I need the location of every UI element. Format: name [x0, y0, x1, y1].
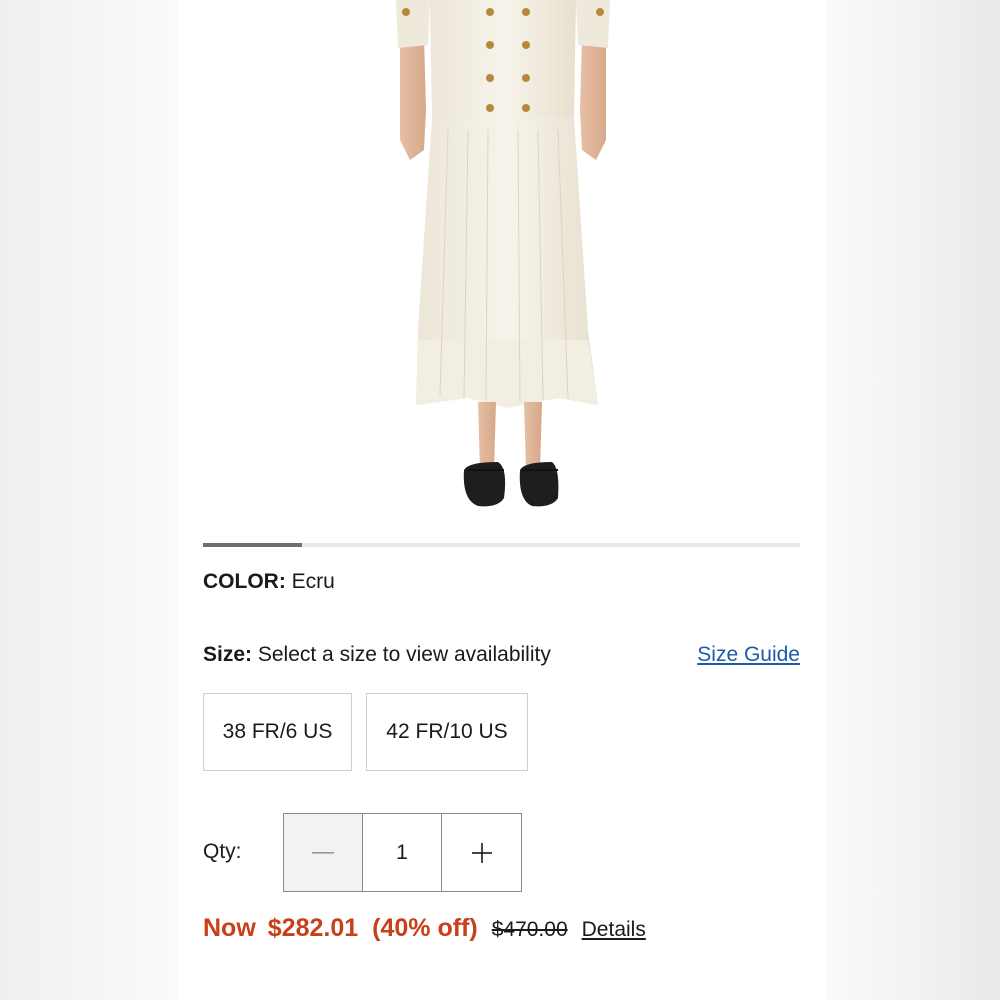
size-prompt: Select a size to view availability — [257, 643, 551, 666]
original-price: $470.00 — [491, 918, 568, 941]
background-left — [0, 0, 178, 1000]
minus-icon — [312, 851, 334, 854]
sale-price: $282.01 — [267, 914, 359, 942]
decrement-button[interactable] — [284, 814, 363, 891]
price-details-link[interactable]: Details — [582, 918, 646, 942]
size-guide-link[interactable]: Size Guide — [697, 643, 800, 667]
color-row: COLOR: Ecru — [203, 570, 335, 594]
sale-prefix: Now — [203, 914, 256, 942]
product-panel: COLOR: Ecru Size: Select a size to view … — [178, 0, 826, 1000]
size-row: Size: Select a size to view availability… — [203, 643, 800, 667]
size-label: Size: — [203, 643, 253, 666]
quantity-stepper: 1 — [283, 813, 522, 892]
price-row: Now $282.01 (40% off) $470.00 Details — [203, 914, 646, 943]
color-value: Ecru — [291, 570, 335, 593]
color-label: COLOR: — [203, 570, 286, 593]
qty-label: Qty: — [203, 840, 242, 863]
discount-badge: (40% off) — [372, 914, 478, 942]
background-right — [822, 0, 1000, 1000]
size-option-38fr[interactable]: 38 FR/6 US — [203, 693, 352, 771]
gallery-progress-fill — [203, 543, 303, 547]
size-option-42fr[interactable]: 42 FR/10 US — [366, 693, 528, 771]
product-image[interactable] — [178, 0, 826, 520]
gallery-progress-track[interactable] — [203, 543, 800, 547]
quantity-value[interactable]: 1 — [363, 814, 442, 891]
increment-button[interactable] — [442, 814, 521, 891]
plus-icon — [471, 842, 492, 863]
